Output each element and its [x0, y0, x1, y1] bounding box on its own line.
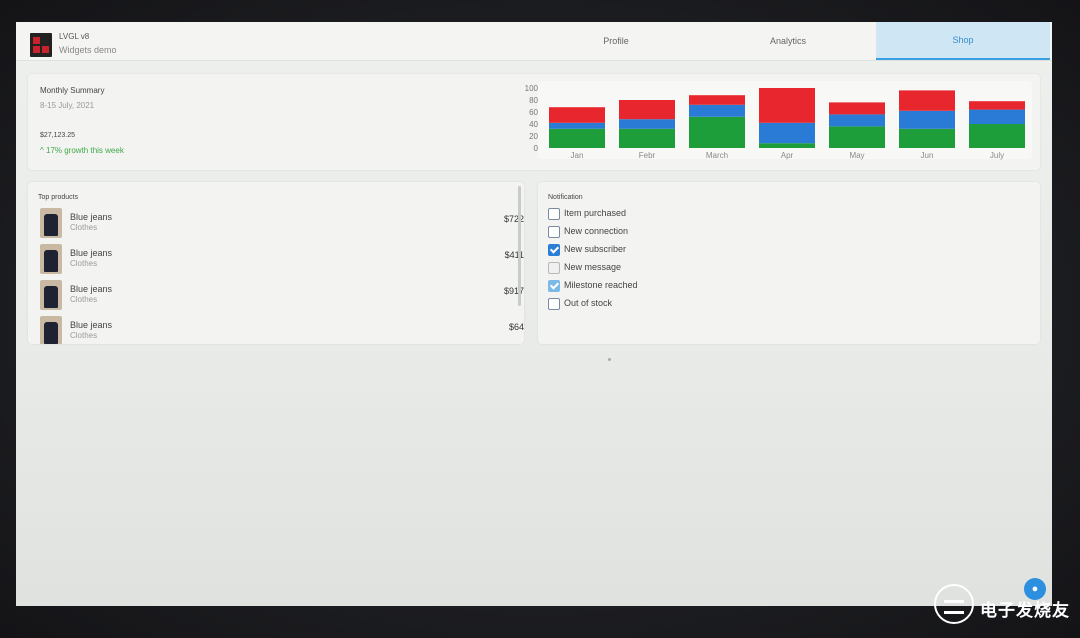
checkbox — [548, 262, 560, 274]
app-name: LVGL v8 — [59, 32, 90, 41]
x-tick-label: Jun — [921, 151, 934, 160]
growth-indicator: ^ 17% growth this week — [40, 146, 124, 155]
arrow-up-icon: ^ — [40, 146, 44, 155]
checkbox[interactable] — [548, 208, 560, 220]
sales-chart-svg: 100 80 60 40 20 0 Jan Febr March Apr May Jun July — [525, 84, 1025, 160]
checkbox — [548, 280, 560, 292]
chart-bar-segment — [969, 109, 1025, 124]
product-list[interactable]: Blue jeans Clothes $722 Blue jeans Cloth… — [28, 206, 524, 344]
product-price: $917 — [503, 286, 524, 296]
x-tick-label: May — [849, 151, 864, 160]
checkbox-label: New message — [564, 262, 622, 272]
chart-bar-segment — [829, 126, 885, 148]
sales-chart: 100 80 60 40 20 0 Jan Febr March Apr May Jun July — [508, 78, 1038, 166]
checkbox-label: Item purchased — [564, 208, 627, 218]
list-item[interactable]: Blue jeans Clothes $722 — [28, 206, 524, 242]
watermark-logo — [934, 584, 974, 624]
x-tick-label: July — [990, 151, 1004, 160]
chart-bar-segment — [549, 122, 605, 129]
chart-bar-segment — [689, 116, 745, 148]
chart-bar-segment — [899, 110, 955, 129]
y-tick-label: 80 — [529, 96, 538, 105]
x-tick-label: Jan — [571, 151, 584, 160]
check-icon: ✓ — [956, 22, 964, 28]
app-header: LVGL v8 Widgets demo Profile Analytics ✓… — [16, 22, 1052, 61]
lvgl-logo — [30, 33, 52, 57]
x-tick-label: Apr — [781, 151, 794, 160]
checkbox-label: New subscriber — [564, 244, 627, 254]
list-item[interactable]: Blue jeans Clothes $917 — [28, 278, 524, 314]
chart-bar-segment — [689, 104, 745, 117]
product-thumbnail — [40, 208, 62, 238]
list-item[interactable]: Blue jeans Clothes $411 — [28, 242, 524, 278]
product-price: $722 — [503, 214, 524, 224]
top-products-card: Top products Blue jeans Clothes $722 Blu… — [28, 182, 524, 344]
checkbox[interactable] — [548, 298, 560, 310]
chart-bar-segment — [759, 143, 815, 148]
chart-bar-segment — [619, 100, 675, 120]
chart-bar-segment — [759, 122, 815, 144]
product-name: Blue jeans — [70, 212, 113, 222]
tab-shop[interactable]: ✓ Shop — [876, 22, 1050, 60]
chart-bar-segment — [899, 128, 955, 148]
summary-date-range: 8-15 July, 2021 — [40, 101, 95, 110]
y-tick-label: 0 — [534, 144, 539, 153]
product-name: Blue jeans — [70, 284, 113, 294]
chart-bar-segment — [829, 114, 885, 127]
chart-bar-segment — [829, 102, 885, 115]
x-tick-label: Febr — [639, 151, 656, 160]
tab-profile[interactable]: Profile — [530, 22, 702, 58]
summary-total: $27,123.25 — [40, 132, 76, 139]
product-list-scrollbar[interactable] — [518, 186, 521, 306]
checkbox-label: Milestone reached — [564, 280, 638, 290]
product-price: $64 — [508, 322, 524, 332]
product-thumbnail — [40, 316, 62, 344]
list-item[interactable]: Blue jeans Clothes $64 — [28, 314, 524, 344]
summary-title: Monthly Summary — [40, 86, 105, 95]
monthly-summary-card: Monthly Summary 8-15 July, 2021 $27,123.… — [28, 74, 1040, 170]
product-category: Clothes — [70, 331, 98, 340]
tab-shop-label: Shop — [952, 35, 974, 45]
products-title: Top products — [38, 194, 79, 201]
product-category: Clothes — [70, 259, 98, 268]
checkbox[interactable] — [548, 244, 560, 256]
product-name: Blue jeans — [70, 248, 113, 258]
notification-card: Notification Item purchased New connecti… — [538, 182, 1040, 344]
x-tick-label: March — [706, 151, 728, 160]
growth-text: 17% growth this week — [46, 146, 124, 155]
chart-bar-segment — [969, 124, 1025, 148]
product-price: $411 — [504, 250, 524, 260]
tab-analytics[interactable]: Analytics — [702, 22, 874, 58]
chart-bar-segment — [549, 128, 605, 148]
chart-bar-segment — [689, 95, 745, 105]
chart-bar-segment — [759, 88, 815, 123]
y-tick-label: 60 — [529, 108, 538, 117]
checkbox[interactable] — [548, 226, 560, 238]
chart-bar-segment — [969, 101, 1025, 110]
checkbox-label: New connection — [564, 226, 629, 236]
chart-bar-segment — [549, 107, 605, 123]
product-category: Clothes — [70, 223, 98, 232]
product-thumbnail — [40, 280, 62, 310]
y-tick-label: 40 — [529, 120, 538, 129]
product-category: Clothes — [70, 295, 98, 304]
app-subtitle: Widgets demo — [59, 45, 117, 55]
product-name: Blue jeans — [70, 320, 113, 330]
chart-bar-segment — [899, 90, 955, 111]
chart-bar-segment — [619, 119, 675, 129]
watermark: 电子发烧友 — [934, 584, 1074, 634]
decorative-dot — [608, 358, 611, 361]
y-tick-label: 20 — [529, 132, 538, 141]
checkbox-label: Out of stock — [564, 298, 613, 308]
display-screen: LVGL v8 Widgets demo Profile Analytics ✓… — [16, 22, 1052, 606]
watermark-text: 电子发烧友 — [980, 601, 1070, 620]
y-tick-label: 100 — [525, 84, 539, 93]
notification-title: Notification — [548, 194, 583, 201]
product-thumbnail — [40, 244, 62, 274]
chart-bar-segment — [619, 128, 675, 148]
